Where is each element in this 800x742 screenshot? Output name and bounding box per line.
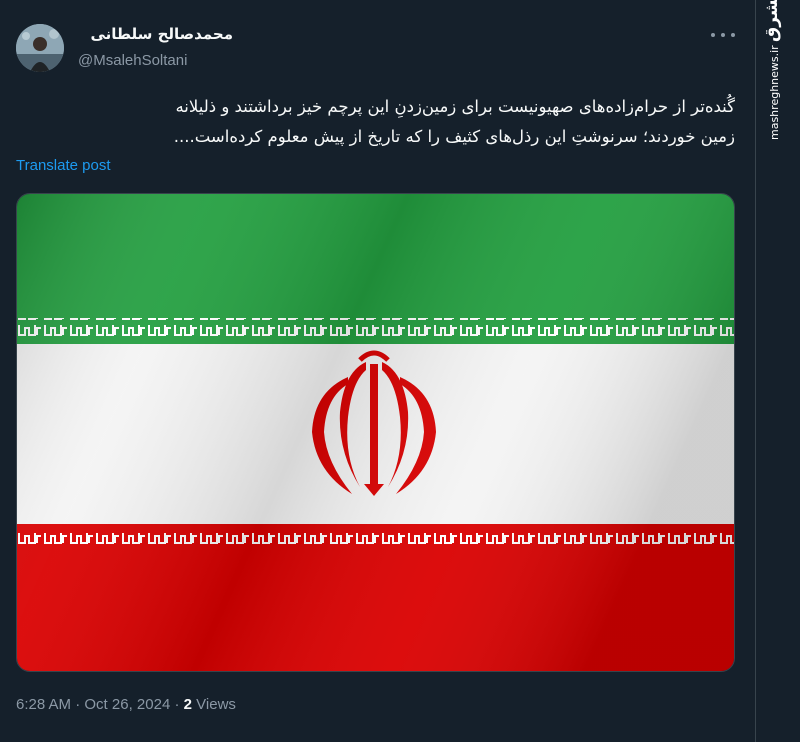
author-handle[interactable]: @MsalehSoltani <box>78 52 187 69</box>
author-name[interactable]: محمدصالح سلطانی <box>78 25 233 43</box>
views-count: 2 <box>183 696 192 713</box>
more-horizontal-icon[interactable] <box>711 28 735 42</box>
tweet-media-image[interactable] <box>16 193 735 672</box>
watermark: مشرق mashreghnews.ir <box>760 0 794 140</box>
column-divider <box>755 0 756 742</box>
tweet-date[interactable]: Oct 26, 2024 <box>84 696 170 713</box>
dot <box>731 33 735 37</box>
tweet-meta: 6:28 AM · Oct 26, 2024 · 2 Views <box>16 696 236 713</box>
avatar[interactable] <box>16 24 64 72</box>
dot <box>711 33 715 37</box>
translate-post-link[interactable]: Translate post <box>16 157 111 174</box>
tweet-time[interactable]: 6:28 AM <box>16 696 71 713</box>
tweet-text-line-1: گُنده‌تر از حرام‌زاده‌های صهیونیست برای … <box>175 97 735 116</box>
tweet-text-line-2: زمین خوردند؛ سرنوشتِ این رذل‌های کثیف را… <box>173 127 735 146</box>
views-label: Views <box>196 696 236 713</box>
watermark-logo: مشرق <box>762 0 782 42</box>
tweet-text: گُنده‌تر از حرام‌زاده‌های صهیونیست برای … <box>16 92 735 152</box>
iran-flag-image <box>17 194 734 671</box>
tweet-page: مشرق mashreghnews.ir محمدصالح سلطانی @Ms… <box>0 0 800 742</box>
meta-separator: · <box>174 696 180 713</box>
avatar-image <box>16 24 64 72</box>
dot <box>721 33 725 37</box>
meta-separator: · <box>75 696 81 713</box>
watermark-url: mashreghnews.ir <box>768 45 781 140</box>
